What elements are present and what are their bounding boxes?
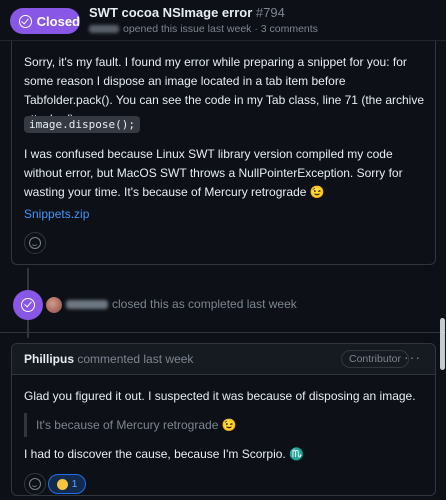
comment-2: Phillipus commented last week Contributo… <box>11 343 436 496</box>
add-reaction-button[interactable] <box>24 232 46 254</box>
comment-author-line: Phillipus commented last week <box>24 352 193 366</box>
inline-code: image.dispose(); <box>24 116 140 133</box>
emoji-icon <box>56 478 68 490</box>
redacted-username[interactable] <box>89 25 119 34</box>
issue-title: SWT cocoa NSImage error #794 <box>89 5 285 20</box>
comment-line-2: I had to discover the cause, because I'm… <box>24 447 305 461</box>
attachment-link[interactable]: Snippets.zip <box>24 207 89 221</box>
closed-state-badge: Closed <box>10 8 80 34</box>
add-reaction-button[interactable] <box>24 473 46 495</box>
contributor-badge: Contributor <box>341 350 409 368</box>
issue-title-text: SWT cocoa NSImage error <box>89 5 253 20</box>
state-label: Closed <box>36 13 80 29</box>
issue-number: #794 <box>255 5 285 20</box>
comment-author[interactable]: Phillipus <box>24 352 74 366</box>
timeline-divider <box>0 332 446 333</box>
smiley-icon <box>29 478 41 490</box>
closed-event-badge <box>13 290 43 320</box>
smiley-icon <box>29 237 41 249</box>
redacted-username[interactable] <box>66 300 108 310</box>
issue-header: Closed SWT cocoa NSImage error #794 open… <box>0 0 446 41</box>
comment-header: Phillipus commented last week Contributo… <box>12 344 435 375</box>
issue-meta-text: opened this issue last week · 3 comments <box>123 23 318 35</box>
avatar[interactable] <box>46 297 62 313</box>
blockquote-text: It's because of Mercury retrograde 😉 <box>36 418 237 432</box>
closed-event: closed this as completed last week <box>66 297 297 311</box>
comment-body-1: Sorry, it's my fault. I found my error w… <box>11 41 436 265</box>
scrollbar-thumb[interactable] <box>440 318 445 370</box>
reaction-count: 1 <box>71 478 78 490</box>
reaction-pill[interactable]: 1 <box>48 474 86 494</box>
issue-meta: opened this issue last week · 3 comments <box>89 23 318 35</box>
more-options-icon[interactable]: ··· <box>404 349 421 365</box>
blockquote: It's because of Mercury retrograde 😉 <box>24 413 237 437</box>
comment-line-1: Glad you figured it out. I suspected it … <box>24 389 416 403</box>
closed-event-text: closed this as completed last week <box>112 297 297 311</box>
comment-paragraph-2: I was confused because Linux SWT library… <box>24 147 403 199</box>
comment-action: commented last week <box>77 352 194 366</box>
issue-closed-icon <box>21 298 35 312</box>
issue-closed-icon <box>19 14 32 28</box>
